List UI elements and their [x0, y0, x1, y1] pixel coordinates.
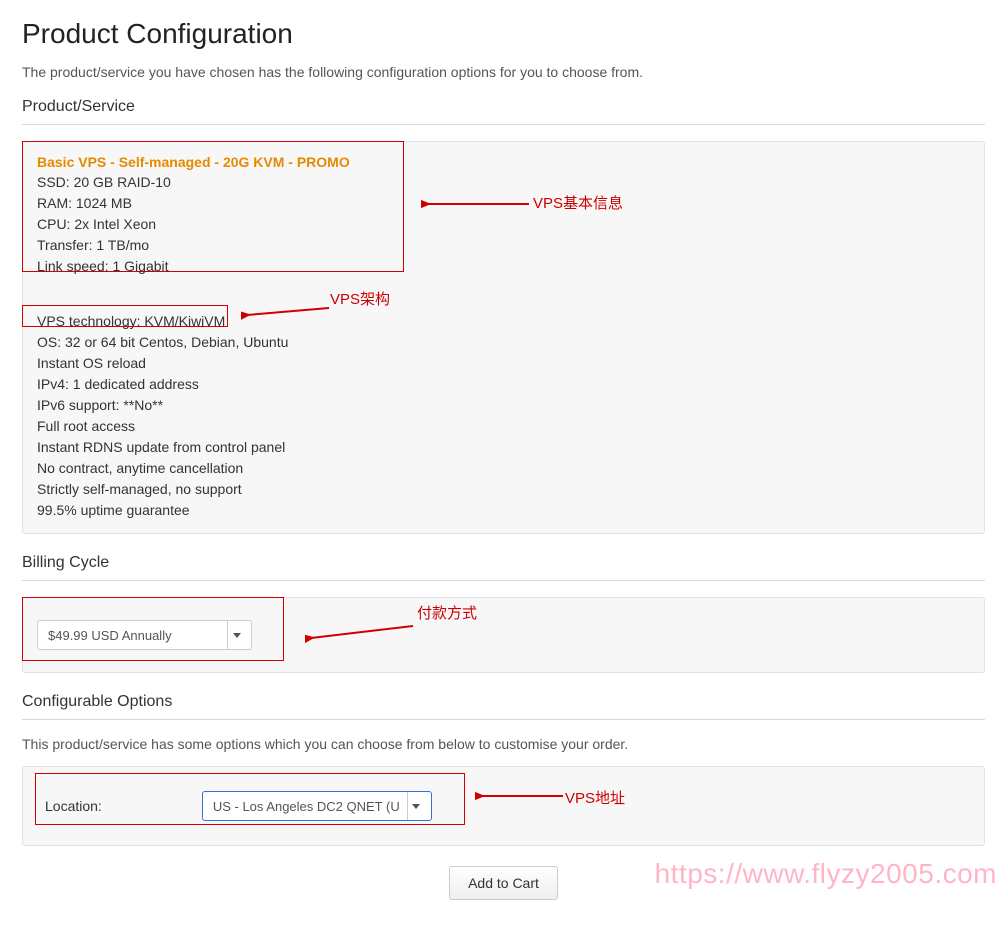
arrow-payment: [305, 620, 415, 648]
dropdown-caret: [407, 792, 425, 820]
billing-cycle-select[interactable]: $49.99 USD Annually: [37, 620, 252, 650]
dropdown-caret: [227, 621, 245, 649]
spec-line: CPU: 2x Intel Xeon: [37, 214, 970, 235]
spec-line: Strictly self-managed, no support: [37, 479, 970, 500]
location-value: US - Los Angeles DC2 QNET (U: [213, 799, 401, 814]
spec-line: Full root access: [37, 416, 970, 437]
annotation-payment: 付款方式: [417, 602, 477, 623]
spec-line: Instant OS reload: [37, 353, 970, 374]
spec-line: IPv4: 1 dedicated address: [37, 374, 970, 395]
location-label: Location:: [45, 798, 102, 814]
spec-line: Link speed: 1 Gigabit: [37, 256, 970, 277]
watermark: https://www.flyzy2005.com: [655, 858, 997, 890]
config-section-label: Configurable Options: [22, 693, 985, 711]
product-section-label: Product/Service: [22, 98, 985, 116]
location-select[interactable]: US - Los Angeles DC2 QNET (U: [202, 791, 432, 821]
divider: [22, 580, 985, 581]
product-panel: Basic VPS - Self-managed - 20G KVM - PRO…: [22, 141, 985, 534]
spec-line: RAM: 1024 MB: [37, 193, 970, 214]
billing-cycle-value: $49.99 USD Annually: [48, 628, 221, 643]
divider: [22, 124, 985, 125]
vps-technology-line: VPS technology: KVM/KiwiVM: [37, 311, 970, 332]
product-title: Basic VPS - Self-managed - 20G KVM - PRO…: [37, 154, 970, 170]
config-panel: Location: US - Los Angeles DC2 QNET (U V…: [22, 766, 985, 846]
page-title: Product Configuration: [22, 18, 985, 50]
spec-line: Transfer: 1 TB/mo: [37, 235, 970, 256]
spec-line: 99.5% uptime guarantee: [37, 500, 970, 521]
spec-line: No contract, anytime cancellation: [37, 458, 970, 479]
spec-line: OS: 32 or 64 bit Centos, Debian, Ubuntu: [37, 332, 970, 353]
spec-line: SSD: 20 GB RAID-10: [37, 172, 970, 193]
divider: [22, 719, 985, 720]
page-description: The product/service you have chosen has …: [22, 64, 985, 80]
add-to-cart-button[interactable]: Add to Cart: [449, 866, 558, 900]
billing-section-label: Billing Cycle: [22, 554, 985, 572]
billing-panel: $49.99 USD Annually 付款方式: [22, 597, 985, 673]
spec-line: IPv6 support: **No**: [37, 395, 970, 416]
config-description: This product/service has some options wh…: [22, 736, 985, 752]
spec-line: Instant RDNS update from control panel: [37, 437, 970, 458]
